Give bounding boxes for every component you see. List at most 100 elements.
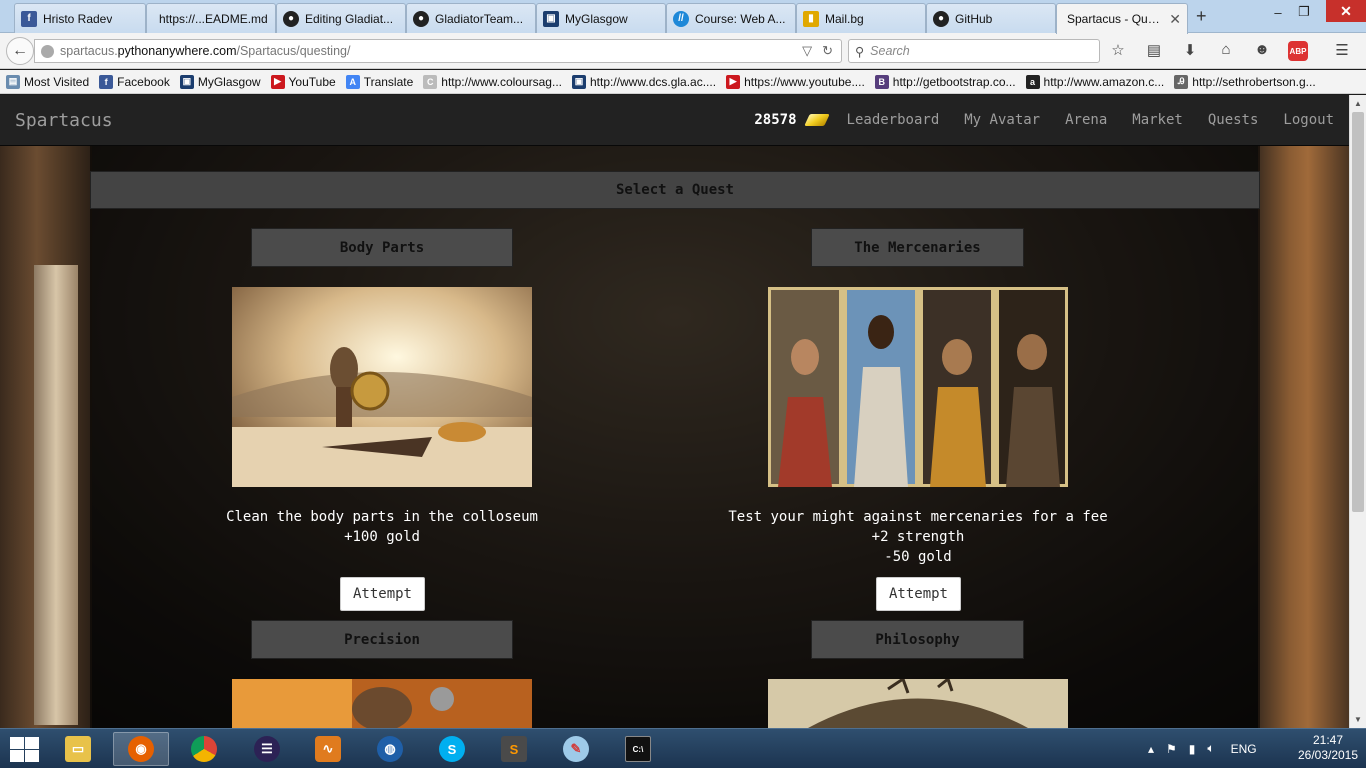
maximize-icon[interactable]: ❐ [1292, 0, 1316, 24]
matlab-icon: ∿ [315, 736, 341, 762]
tab-mail-bg[interactable]: ▮ Mail.bg [796, 3, 926, 33]
bookmark-translate[interactable]: A Translate [345, 74, 413, 89]
taskbar-paint[interactable]: ✎ [548, 732, 604, 766]
bookmark-youtube-link[interactable]: ▶ https://www.youtube.... [726, 74, 865, 89]
tab-course-web[interactable]: //Course: Web A... [666, 3, 796, 33]
tray-expand-icon[interactable]: ▴ [1148, 742, 1154, 756]
battery-icon[interactable]: ▮ [1189, 742, 1196, 756]
bookmark-myglasgow[interactable]: ▣ MyGlasgow [179, 74, 261, 89]
attempt-button-body-parts[interactable]: Attempt [340, 577, 425, 611]
minimize-icon[interactable]: – [1266, 0, 1290, 24]
brand-logo[interactable]: Spartacus [15, 110, 113, 131]
dropdown-arrow-icon[interactable]: ▽ [802, 43, 812, 59]
scroll-up-icon[interactable]: ▲ [1350, 95, 1366, 111]
nav-arena[interactable]: Arena [1065, 112, 1107, 128]
scrollbar-thumb[interactable] [1352, 112, 1364, 512]
tab-gladiator-team[interactable]: ● GladiatorTeam... [406, 3, 536, 33]
myglasgow-icon: ▣ [179, 74, 194, 89]
tab-spartacus-quests[interactable]: Spartacus - Que... ✕ [1056, 3, 1188, 34]
taskbar-command-prompt[interactable]: C:\ [610, 732, 666, 766]
page-viewport: Spartacus 28578 Leaderboard My Avatar Ar… [0, 95, 1349, 728]
nav-market[interactable]: Market [1132, 112, 1183, 128]
tab-github[interactable]: ● GitHub [926, 3, 1056, 33]
seth-icon: Ꭿ [1174, 74, 1189, 89]
quest-title-body-parts: Body Parts [251, 228, 513, 267]
taskbar-sublime-text[interactable]: S [486, 732, 542, 766]
bookmark-dcs-gla[interactable]: ▣ http://www.dcs.gla.ac.... [572, 74, 716, 89]
windows-taskbar: ▭ ◉ ☰ ∿ ◍ S S ✎ C:\ ▴ ⚑ ▮ 🔈︎ ENG 21:47 2… [0, 728, 1366, 768]
app-globe-icon: ◍ [377, 736, 403, 762]
volume-icon[interactable]: 🔈︎ [1207, 741, 1214, 756]
moodle-icon: // [673, 10, 689, 27]
eclipse-icon: ☰ [254, 736, 280, 762]
bookmark-amazon[interactable]: a http://www.amazon.c... [1025, 74, 1164, 89]
quest-title-precision: Precision [251, 620, 513, 659]
windows-start-icon[interactable] [8, 736, 40, 762]
chrome-icon [191, 736, 217, 762]
quest-image-the-mercenaries [768, 287, 1068, 487]
window-close-icon[interactable]: ✕ [1326, 0, 1366, 22]
scroll-down-icon[interactable]: ▼ [1350, 711, 1366, 727]
tab-editing-gladiator[interactable]: ● Editing Gladiat... [276, 3, 406, 33]
download-icon[interactable]: ⬇ [1180, 41, 1200, 61]
quest-description-body-parts: Clean the body parts in the colloseum +1… [226, 509, 538, 545]
nav-leaderboard[interactable]: Leaderboard [847, 112, 940, 128]
nav-logout[interactable]: Logout [1283, 112, 1334, 128]
reload-icon[interactable]: ↻ [822, 43, 833, 59]
bookmark-youtube[interactable]: ▶ YouTube [270, 74, 336, 89]
youtube-icon: ▶ [270, 74, 285, 89]
attempt-button-the-mercenaries[interactable]: Attempt [876, 577, 961, 611]
taskbar-eclipse[interactable]: ☰ [239, 732, 295, 766]
github-icon: ● [283, 10, 299, 27]
bookmark-coloursag[interactable]: Chttp://www.coloursag... [423, 74, 562, 89]
home-icon[interactable]: ⌂ [1216, 41, 1236, 61]
quest-panel-heading: Select a Quest [90, 171, 1260, 209]
bookmark-most-visited[interactable]: ▤ Most Visited [6, 74, 89, 89]
taskbar-firefox[interactable]: ◉ [113, 732, 169, 766]
bookmark-sethrobertson[interactable]: Ꭿhttp://sethrobertson.g... [1174, 74, 1316, 89]
back-arrow-icon[interactable]: ← [6, 37, 34, 65]
github-icon: ● [413, 10, 429, 27]
taskbar-file-explorer[interactable]: ▭ [50, 732, 106, 766]
paint-icon: ✎ [563, 736, 589, 762]
mail-bg-icon: ▮ [803, 10, 819, 27]
chat-icon[interactable]: ☻ [1252, 41, 1272, 61]
action-center-flag-icon[interactable]: ⚑ [1166, 742, 1177, 756]
menu-hamburger-icon[interactable]: ☰ [1332, 41, 1352, 61]
quest-image-body-parts [232, 287, 532, 487]
adblock-plus-icon[interactable]: ABP [1288, 41, 1308, 61]
nav-my-avatar[interactable]: My Avatar [964, 112, 1040, 128]
globe-icon [41, 44, 54, 58]
address-bar[interactable]: spartacus. pythonanywhere.com/Spartacus/q… [34, 39, 842, 63]
sublime-text-icon: S [501, 736, 527, 762]
search-input[interactable]: ⚲ Search [848, 39, 1100, 63]
close-tab-icon[interactable]: ✕ [1169, 11, 1181, 28]
quest-title-the-mercenaries: The Mercenaries [811, 228, 1024, 267]
gold-balance: 28578 [754, 112, 830, 128]
tab-hristo-radev[interactable]: f Hristo Radev [14, 3, 146, 33]
arena-background-right [1258, 145, 1349, 728]
quest-title-philosophy: Philosophy [811, 620, 1024, 659]
translate-icon: A [345, 74, 360, 89]
quest-image-philosophy [768, 679, 1068, 728]
bookmark-star-icon[interactable]: ☆ [1108, 41, 1128, 61]
tab-readme[interactable]: https://...EADME.md [146, 3, 276, 33]
quest-image-precision [232, 679, 532, 728]
bookmark-facebook[interactable]: f Facebook [99, 74, 170, 89]
amazon-icon: a [1025, 74, 1040, 89]
quest-description-the-mercenaries: Test your might against mercenaries for … [728, 509, 1108, 565]
reader-list-icon[interactable]: ▤ [1144, 41, 1164, 61]
system-tray: ▴ ⚑ ▮ 🔈︎ ENG [1148, 741, 1257, 756]
bookmark-getbootstrap[interactable]: Bhttp://getbootstrap.co... [874, 74, 1016, 89]
taskbar-skype[interactable]: S [424, 732, 480, 766]
system-clock[interactable]: 21:47 26/03/2015 [1296, 733, 1360, 763]
language-indicator[interactable]: ENG [1231, 742, 1257, 756]
taskbar-matlab[interactable]: ∿ [300, 732, 356, 766]
nav-quests[interactable]: Quests [1208, 112, 1259, 128]
new-tab-icon[interactable]: + [1196, 6, 1207, 27]
taskbar-chrome[interactable] [176, 732, 232, 766]
taskbar-globe-app[interactable]: ◍ [362, 732, 418, 766]
toolbar-icons: ☆ ▤ ⬇ ⌂ ☻ ABP ☰ [1108, 41, 1352, 61]
page-scrollbar[interactable]: ▲ ▼ [1349, 95, 1366, 728]
tab-myglasgow[interactable]: ▣ MyGlasgow [536, 3, 666, 33]
